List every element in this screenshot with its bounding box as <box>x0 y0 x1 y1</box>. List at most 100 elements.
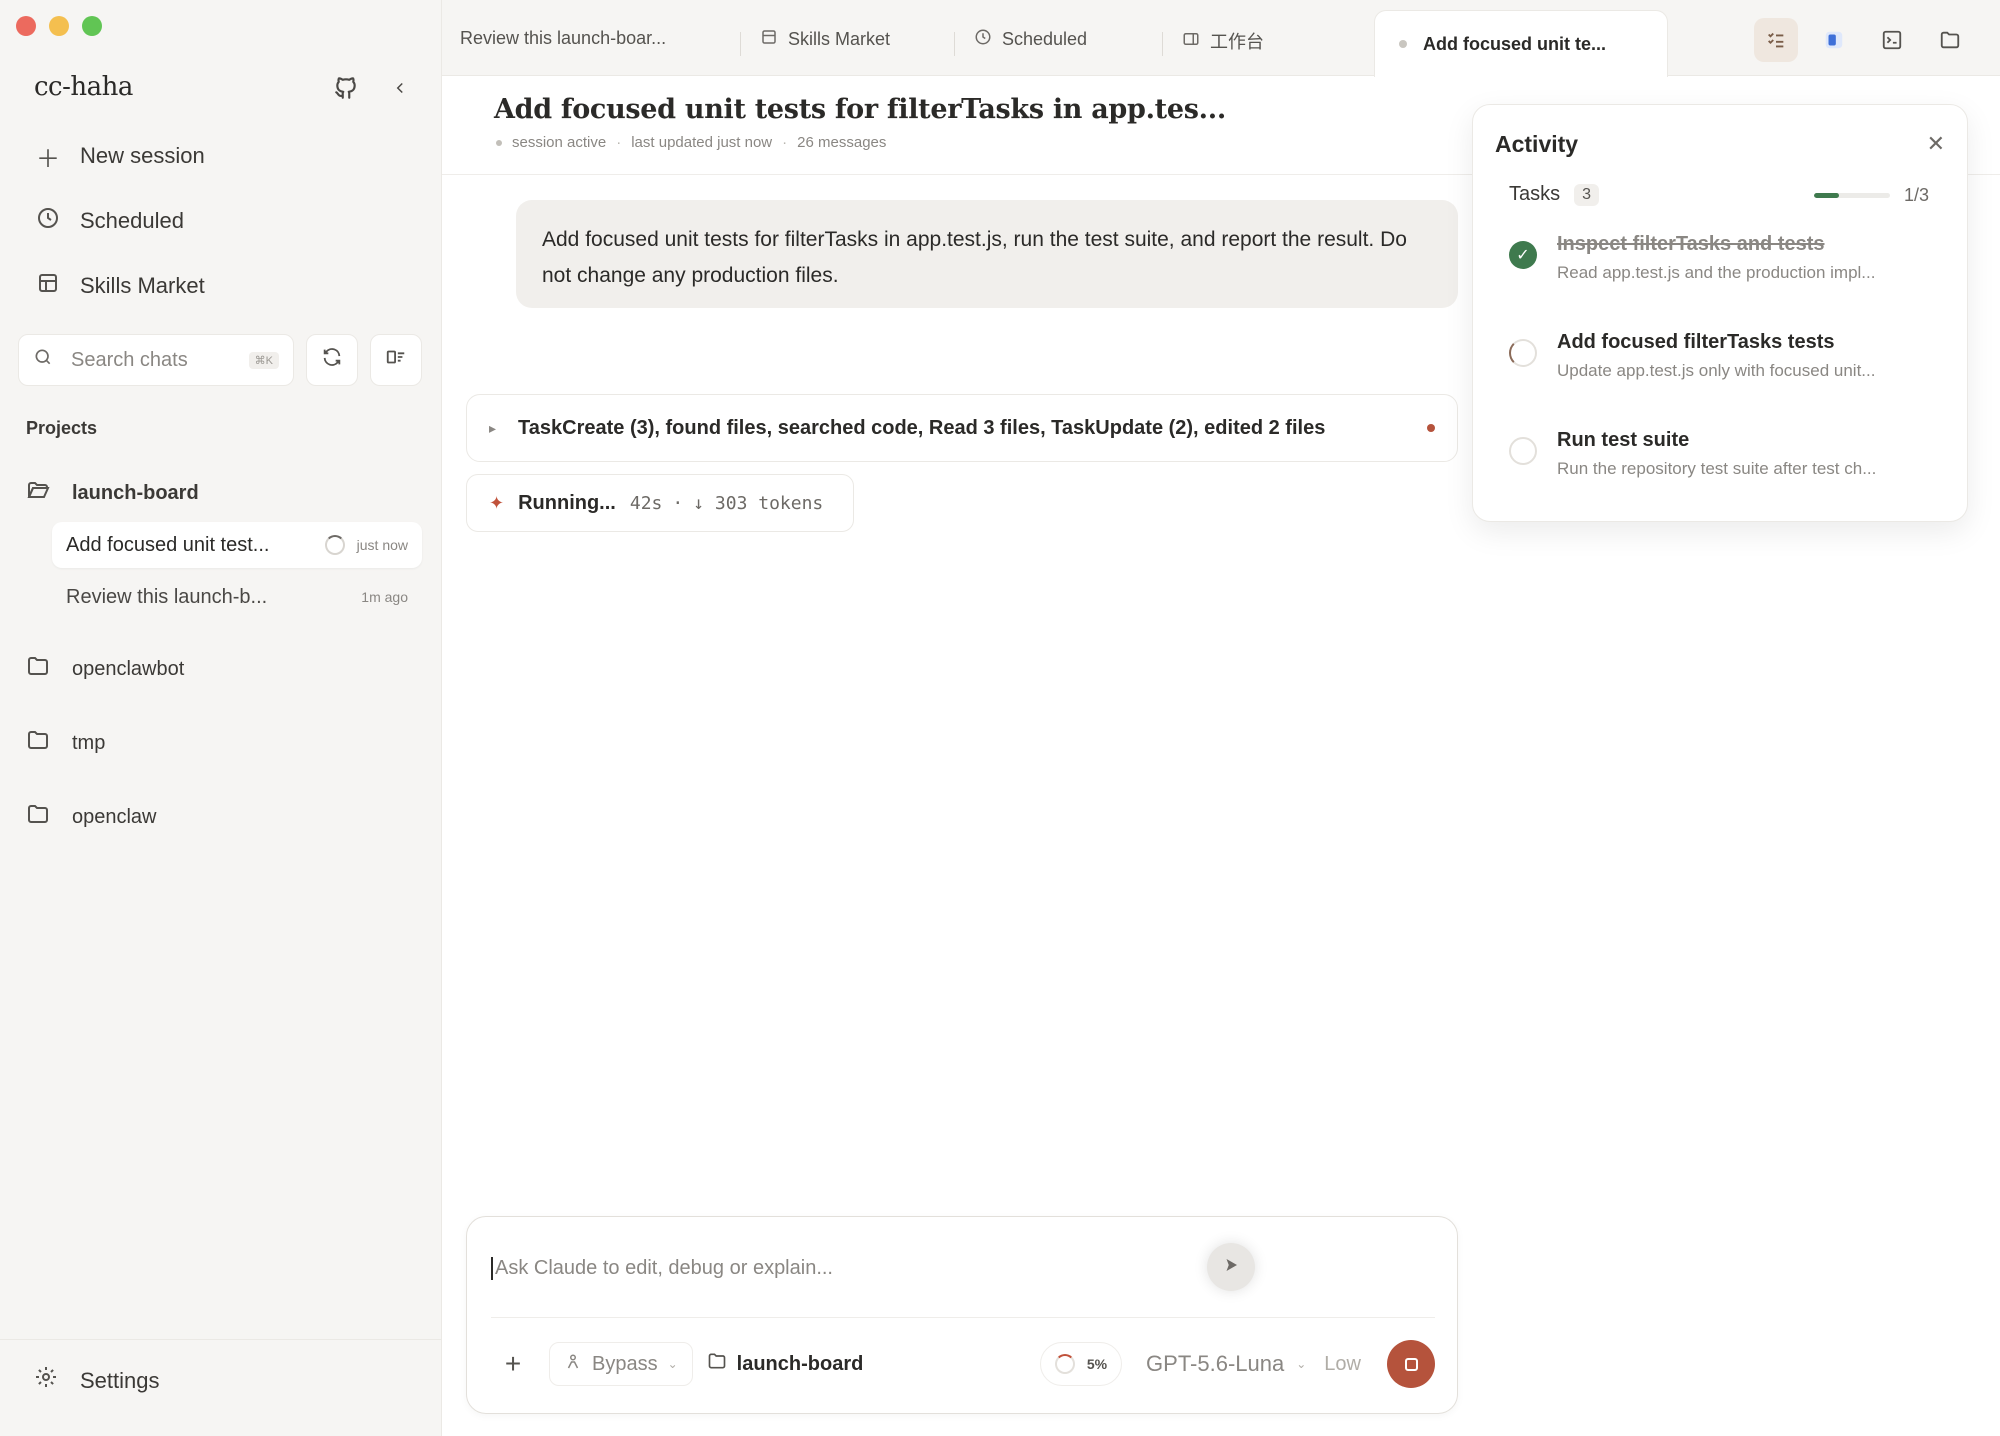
session-title: Add focused unit test... <box>66 533 270 556</box>
activity-dot <box>1427 424 1435 432</box>
task-item[interactable]: Add focused filterTasks tests Update app… <box>1509 327 1939 385</box>
permission-mode-select[interactable]: Bypass ⌄ <box>549 1342 693 1386</box>
project-name: openclawbot <box>72 657 185 680</box>
project-launch-board[interactable]: launch-board <box>26 478 199 508</box>
composer: + Bypass ⌄ launch-board 5% GPT-5.6-Lu <box>466 1216 1458 1414</box>
tab-skills-market[interactable]: Skills Market <box>760 28 890 51</box>
meta-separator: · <box>672 492 684 514</box>
stop-icon <box>1404 1357 1418 1371</box>
effort-select[interactable]: Low <box>1324 1353 1361 1376</box>
maximize-window-button[interactable] <box>82 16 102 36</box>
session-status: session active <box>512 134 607 151</box>
sidebar-item-label: New session <box>80 143 205 168</box>
collapse-sidebar-icon[interactable] <box>384 72 416 104</box>
github-icon[interactable] <box>330 72 362 104</box>
sidebar-item-label: Skills Market <box>80 273 205 298</box>
project-name: openclaw <box>72 805 157 828</box>
task-description: Run the repository test suite after test… <box>1557 459 1877 478</box>
workspace-icon <box>1182 30 1200 53</box>
send-button[interactable] <box>1207 1243 1255 1291</box>
store-icon <box>34 271 62 302</box>
folder-icon <box>26 654 56 684</box>
refresh-button[interactable] <box>306 334 358 386</box>
terminal-icon[interactable] <box>1870 18 1914 62</box>
preview-panel-icon[interactable] <box>1812 18 1856 62</box>
status-dot <box>496 139 502 146</box>
session-time: 1m ago <box>361 589 408 605</box>
sidebar-item-scheduled[interactable]: Scheduled <box>20 199 420 243</box>
brand-actions <box>330 72 416 104</box>
tab-add-focused-unit-tests[interactable]: Add focused unit te... <box>1374 10 1668 77</box>
session-time: just now <box>356 537 408 553</box>
context-ring-icon <box>1054 1354 1075 1374</box>
filter-button[interactable] <box>370 334 422 386</box>
sidebar-item-new-session[interactable]: ＋ New session <box>20 134 420 178</box>
task-title: Add focused filterTasks tests <box>1557 331 1835 353</box>
session-item-active[interactable]: Add focused unit test... just now <box>52 522 422 568</box>
minimize-window-button[interactable] <box>49 16 69 36</box>
sidebar-item-label: Scheduled <box>80 208 184 233</box>
settings-button[interactable]: Settings <box>34 1365 160 1396</box>
sidebar-item-skills-market[interactable]: Skills Market <box>20 264 420 308</box>
running-status: ✦ Running... 42s · ↓ 303 tokens <box>466 474 854 532</box>
tasks-label: Tasks <box>1509 183 1561 205</box>
empty-circle-icon <box>1509 437 1537 465</box>
project-openclawbot[interactable]: openclawbot <box>26 654 184 684</box>
folder-icon <box>26 728 56 758</box>
task-item[interactable]: ✓ Inspect filterTasks and tests Read app… <box>1509 229 1939 287</box>
clock-icon <box>34 206 62 237</box>
tab-divider <box>1162 32 1163 56</box>
tab-label: Scheduled <box>1002 29 1088 49</box>
model-select[interactable]: GPT-5.6-Luna ⌄ <box>1146 1351 1306 1377</box>
project-openclaw[interactable]: openclaw <box>26 802 157 832</box>
settings-label: Settings <box>80 1367 160 1393</box>
stop-button[interactable] <box>1387 1340 1435 1388</box>
chevron-down-icon: ⌄ <box>1296 1357 1307 1371</box>
folder-icon[interactable] <box>1928 18 1972 62</box>
tool-summary-row[interactable]: ▸ TaskCreate (3), found files, searched … <box>466 394 1458 462</box>
app-window: cc-haha ＋ New session Scheduled Skills M… <box>0 0 2000 1436</box>
plus-icon: + <box>504 1348 522 1379</box>
activity-panel: Activity ✕ Tasks 3 1/3 ✓ Inspect filterT… <box>1472 104 1968 522</box>
in-progress-icon <box>1509 339 1537 367</box>
task-title: Run test suite <box>1557 429 1690 451</box>
tab-workspace[interactable]: 工作台 <box>1182 28 1264 54</box>
tab-status-dot <box>1399 40 1407 48</box>
app-brand: cc-haha <box>34 72 133 102</box>
user-message: Add focused unit tests for filterTasks i… <box>516 200 1458 308</box>
task-title: Inspect filterTasks and tests <box>1557 233 1825 255</box>
composer-toolbar: + Bypass ⌄ launch-board 5% GPT-5.6-Luna … <box>491 1339 1435 1389</box>
session-item[interactable]: Review this launch-b... 1m ago <box>52 574 422 620</box>
permission-mode-value: Bypass <box>592 1352 658 1375</box>
search-shortcut: ⌘K <box>248 351 279 369</box>
close-window-button[interactable] <box>16 16 36 36</box>
close-icon[interactable]: ✕ <box>1927 131 1945 157</box>
sidebar: cc-haha ＋ New session Scheduled Skills M… <box>0 0 442 1436</box>
tab-label: Skills Market <box>788 29 891 49</box>
tasks-progress: 1/3 <box>1813 185 1929 206</box>
attach-button[interactable]: + <box>491 1342 535 1386</box>
project-tmp[interactable]: tmp <box>26 728 105 758</box>
context-usage[interactable]: 5% <box>1039 1342 1123 1386</box>
toolbar-icons <box>1754 18 1972 62</box>
tab-divider <box>740 32 741 56</box>
tab-scheduled[interactable]: Scheduled <box>974 28 1087 51</box>
search-input[interactable]: Search chats ⌘K <box>18 334 294 386</box>
search-row: Search chats ⌘K <box>18 334 422 386</box>
working-folder[interactable]: launch-board <box>707 1351 863 1377</box>
tasks-count-badge: 3 <box>1574 183 1600 206</box>
refresh-icon <box>321 346 343 374</box>
tab-label: Add focused unit te... <box>1423 33 1606 54</box>
activity-title: Activity <box>1495 131 1579 157</box>
task-item[interactable]: Run test suite Run the repository test s… <box>1509 425 1939 483</box>
tool-summary-text: TaskCreate (3), found files, searched co… <box>518 416 1326 439</box>
page-title: Add focused unit tests for filterTasks i… <box>494 94 1226 125</box>
chat-input[interactable] <box>491 1257 1191 1280</box>
tab-review-launch-board[interactable]: Review this launch-boar... <box>460 28 666 49</box>
tab-label: Review this launch-boar... <box>460 28 667 48</box>
task-list-icon[interactable] <box>1754 18 1798 62</box>
loading-spinner-icon <box>324 535 345 555</box>
filter-icon <box>385 346 407 374</box>
tasks-header: Tasks 3 <box>1509 183 1600 206</box>
bypass-icon <box>564 1353 582 1376</box>
